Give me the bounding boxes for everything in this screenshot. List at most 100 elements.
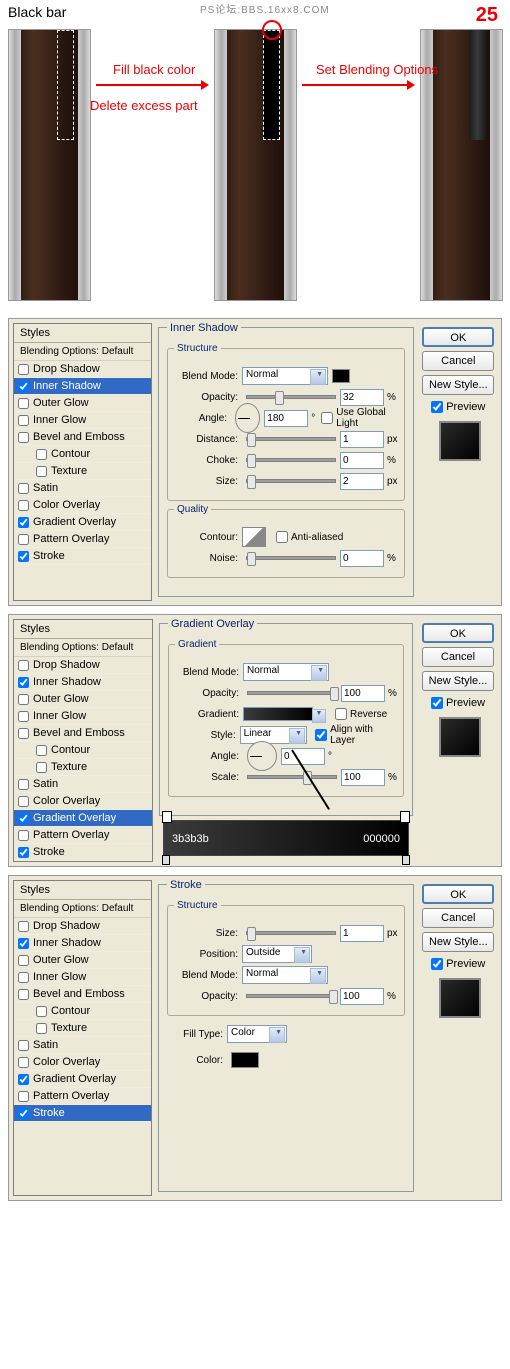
style-combo[interactable]: Linear [240, 726, 307, 744]
styles-list: Styles Blending Options: Default Drop Sh… [13, 619, 153, 862]
opacity-slider[interactable] [246, 395, 336, 399]
size-slider[interactable] [246, 931, 336, 935]
scale-slider[interactable] [247, 775, 337, 779]
styles-header[interactable]: Styles [14, 620, 152, 639]
use-global-light-checkbox[interactable] [321, 412, 333, 424]
gradient-picker[interactable] [243, 707, 313, 721]
style-stroke[interactable]: Stroke [14, 844, 152, 861]
style-bevel[interactable]: Bevel and Emboss [14, 986, 151, 1003]
gradient-editor-bar[interactable]: 3b3b3b 000000 [163, 820, 409, 856]
style-gradient-overlay[interactable]: Gradient Overlay [14, 514, 151, 531]
style-satin[interactable]: Satin [14, 1037, 151, 1054]
style-satin[interactable]: Satin [14, 776, 152, 793]
antialiased-checkbox[interactable] [276, 531, 288, 543]
style-texture[interactable]: Texture [14, 759, 152, 776]
ok-button[interactable]: OK [422, 327, 494, 347]
opacity-input[interactable] [340, 389, 384, 406]
style-inner-glow[interactable]: Inner Glow [14, 708, 152, 725]
style-inner-shadow[interactable]: Inner Shadow [14, 378, 151, 395]
style-outer-glow[interactable]: Outer Glow [14, 395, 151, 412]
cancel-button[interactable]: Cancel [422, 647, 494, 667]
blend-mode-label: Blend Mode: [174, 371, 242, 382]
preview-checkbox[interactable] [431, 401, 443, 413]
opacity-input[interactable] [340, 988, 384, 1005]
blending-options-default[interactable]: Blending Options: Default [14, 639, 152, 657]
noise-slider[interactable] [246, 556, 336, 560]
blend-mode-combo[interactable]: Normal [242, 966, 328, 984]
choke-input[interactable] [340, 452, 384, 469]
arrow-2 [302, 84, 412, 86]
style-outer-glow[interactable]: Outer Glow [14, 691, 152, 708]
new-style-button[interactable]: New Style... [422, 375, 494, 395]
cancel-button[interactable]: Cancel [422, 908, 494, 928]
style-bevel[interactable]: Bevel and Emboss [14, 725, 152, 742]
style-inner-glow[interactable]: Inner Glow [14, 969, 151, 986]
stroke-color-swatch[interactable] [231, 1052, 259, 1068]
opacity-input[interactable] [341, 685, 385, 702]
opacity-slider[interactable] [247, 691, 337, 695]
distance-input[interactable] [340, 431, 384, 448]
angle-input[interactable] [281, 748, 325, 765]
angle-input[interactable] [264, 410, 308, 427]
contour-picker[interactable] [242, 527, 266, 547]
align-checkbox[interactable] [315, 729, 327, 741]
blending-options-default[interactable]: Blending Options: Default [14, 343, 151, 361]
ok-button[interactable]: OK [422, 623, 494, 643]
new-style-button[interactable]: New Style... [422, 932, 494, 952]
distance-slider[interactable] [246, 437, 336, 441]
style-inner-glow[interactable]: Inner Glow [14, 412, 151, 429]
scale-input[interactable] [341, 769, 385, 786]
style-stroke[interactable]: Stroke [14, 548, 151, 565]
opacity-slider[interactable] [246, 994, 336, 998]
preview-checkbox[interactable] [431, 958, 443, 970]
preview-checkbox[interactable] [431, 697, 443, 709]
style-inner-shadow[interactable]: Inner Shadow [14, 674, 152, 691]
layer-style-dialog-inner-shadow: Styles Blending Options: Default Drop Sh… [8, 318, 502, 606]
position-combo[interactable]: Outside [242, 945, 312, 963]
final-bar [469, 30, 486, 140]
blend-mode-combo[interactable]: Normal [242, 367, 328, 385]
blending-options-default[interactable]: Blending Options: Default [14, 900, 151, 918]
size-input[interactable] [340, 473, 384, 490]
cancel-button[interactable]: Cancel [422, 351, 494, 371]
styles-header[interactable]: Styles [14, 324, 151, 343]
style-bevel[interactable]: Bevel and Emboss [14, 429, 151, 446]
style-drop-shadow[interactable]: Drop Shadow [14, 918, 151, 935]
style-color-overlay[interactable]: Color Overlay [14, 1054, 151, 1071]
style-outer-glow[interactable]: Outer Glow [14, 952, 151, 969]
style-gradient-overlay[interactable]: Gradient Overlay [14, 810, 152, 827]
highlight-circle [262, 20, 282, 40]
style-texture[interactable]: Texture [14, 463, 151, 480]
style-satin[interactable]: Satin [14, 480, 151, 497]
noise-input[interactable] [340, 550, 384, 567]
size-input[interactable] [340, 925, 384, 942]
dialog-buttons: OK Cancel New Style... Preview [420, 323, 497, 601]
style-gradient-overlay[interactable]: Gradient Overlay [14, 1071, 151, 1088]
style-color-overlay[interactable]: Color Overlay [14, 497, 151, 514]
angle-dial[interactable] [247, 741, 277, 771]
style-pattern-overlay[interactable]: Pattern Overlay [14, 1088, 151, 1105]
ok-button[interactable]: OK [422, 884, 494, 904]
stop-handle-right[interactable] [402, 855, 410, 865]
new-style-button[interactable]: New Style... [422, 671, 494, 691]
style-pattern-overlay[interactable]: Pattern Overlay [14, 827, 152, 844]
shadow-color-swatch[interactable] [332, 369, 350, 383]
style-contour[interactable]: Contour [14, 446, 151, 463]
style-color-overlay[interactable]: Color Overlay [14, 793, 152, 810]
stop-handle-left[interactable] [162, 855, 170, 865]
styles-header[interactable]: Styles [14, 881, 151, 900]
style-stroke[interactable]: Stroke [14, 1105, 151, 1122]
choke-slider[interactable] [246, 458, 336, 462]
style-drop-shadow[interactable]: Drop Shadow [14, 361, 151, 378]
blend-mode-combo[interactable]: Normal [243, 663, 329, 681]
style-inner-shadow[interactable]: Inner Shadow [14, 935, 151, 952]
style-contour[interactable]: Contour [14, 742, 152, 759]
reverse-checkbox[interactable] [335, 708, 347, 720]
style-texture[interactable]: Texture [14, 1020, 151, 1037]
panel-title: Gradient Overlay [168, 618, 257, 630]
style-drop-shadow[interactable]: Drop Shadow [14, 657, 152, 674]
style-pattern-overlay[interactable]: Pattern Overlay [14, 531, 151, 548]
style-contour[interactable]: Contour [14, 1003, 151, 1020]
size-slider[interactable] [246, 479, 336, 483]
fill-type-combo[interactable]: Color [227, 1025, 287, 1043]
